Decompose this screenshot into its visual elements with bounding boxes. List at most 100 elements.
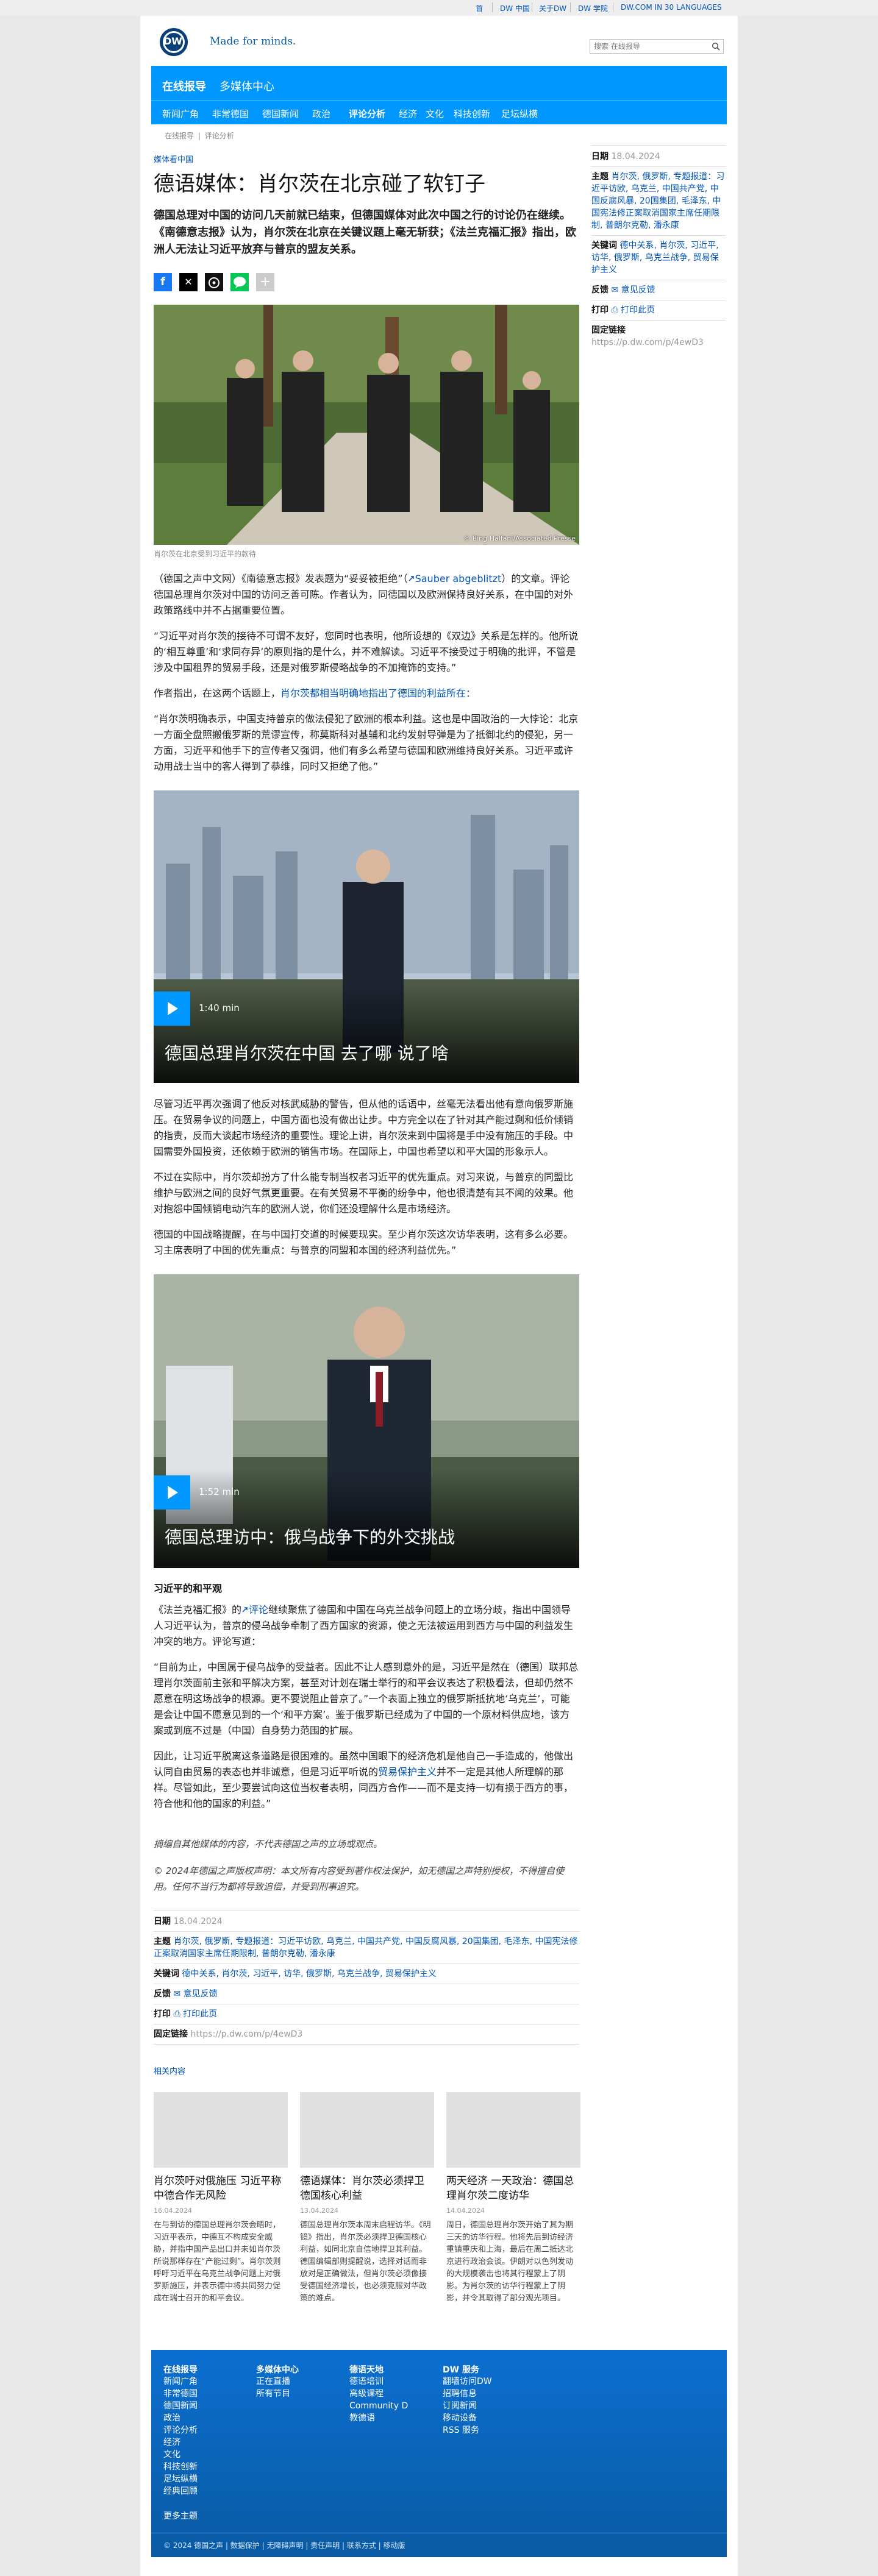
nav-item-culture[interactable]: 文化 — [426, 107, 444, 120]
video-player[interactable]: 1:52 min 德国总理访中：俄乌战争下的外交挑战 — [154, 1274, 579, 1568]
breadcrumb-item[interactable]: 评论分析 — [205, 132, 234, 140]
related-excerpt: 德国总理肖尔茨本周末启程访华。《明镜》指出，肖尔茨必须捍卫德国核心利益，如同北京… — [300, 2221, 431, 2303]
source-link-sz[interactable]: Sauber abgeblitzt — [415, 573, 502, 584]
related-title[interactable]: 两天经济 一天政治：德国总理肖尔茨二度访华 — [446, 2174, 580, 2203]
related-excerpt: 周日，德国总理肖尔茨开始了其为期三天的访华行程。他将先后到访经济重镇重庆和上海，… — [446, 2221, 574, 2303]
paragraph: 作者指出，在这两个话题上，肖尔茨都相当明确地指出了德国的利益所在： — [154, 686, 579, 701]
paragraph-text: 《法兰克福汇报》的 — [154, 1604, 242, 1616]
breadcrumb: 在线报导 | 评论分析 — [165, 132, 234, 140]
video-title[interactable]: 德国总理访中：俄乌战争下的外交挑战 — [165, 1524, 455, 1549]
play-button[interactable] — [154, 992, 190, 1026]
paragraph: “习近平对肖尔茨的接待不可谓不友好，您同时也表明，他所设想的《双边》关系是怎样的… — [154, 630, 579, 673]
related-title[interactable]: 肖尔茨吁对俄施压 习近平称中德合作无风险 — [154, 2174, 288, 2203]
print-link[interactable]: 打印此页 — [183, 2009, 217, 2019]
x-twitter-icon[interactable]: ✕ — [179, 273, 198, 291]
footer-link[interactable]: 科技创新 — [163, 2461, 249, 2473]
nav-item-politics[interactable]: 政治 — [312, 107, 330, 120]
footer-link[interactable]: Community D — [349, 2400, 435, 2412]
related-card[interactable]: 肖尔茨吁对俄施压 习近平称中德合作无风险 16.04.2024 在与到访的德国总… — [154, 2092, 288, 2305]
keyword-links[interactable]: 德中关系, 肖尔茨, 习近平, 访华, 俄罗斯, 乌克兰战争, 贸易保护主义 — [182, 1969, 436, 1979]
footer-link[interactable]: 德国新闻 — [163, 2400, 249, 2412]
related-thumbnail — [154, 2092, 288, 2168]
inline-link[interactable]: 肖尔茨都相当明确地指出了德国的利益所在： — [280, 687, 476, 699]
nav-item-football[interactable]: 足坛纵横 — [501, 107, 538, 120]
weibo-icon[interactable] — [205, 273, 223, 291]
footer-legal[interactable]: © 2024 德国之声 | 数据保护 | 无障碍声明 | 责任声明 | 联系方式… — [163, 2540, 405, 2550]
topbar-link-about[interactable]: 关于DW — [539, 3, 566, 13]
related-title[interactable]: 德语媒体：肖尔茨必须捍卫德国核心利益 — [300, 2174, 434, 2203]
inline-link[interactable]: 贸易保护主义 — [378, 1766, 437, 1778]
media-center-link[interactable]: 多媒体中心 — [220, 78, 274, 94]
share-more-icon[interactable]: + — [256, 273, 274, 291]
feedback-link[interactable]: 意见反馈 — [184, 1989, 218, 1999]
play-button[interactable] — [154, 1475, 190, 1510]
video-duration: 1:40 min — [199, 1002, 240, 1013]
dw-logo[interactable]: DW — [159, 27, 207, 57]
search-input[interactable] — [590, 40, 713, 52]
topbar-link-home[interactable]: 首 — [476, 3, 483, 13]
meta-feedback: 反馈 ✉ 意见反馈 — [154, 1989, 218, 1999]
footer-link[interactable]: 足坛纵横 — [163, 2473, 249, 2485]
topbar-link-dw-china[interactable]: DW 中国 — [500, 3, 530, 13]
nav-item-germany[interactable]: 非常德国 — [212, 107, 249, 120]
nav-item-science[interactable]: 科技创新 — [454, 107, 490, 120]
footer-link[interactable]: 招聘信息 — [443, 2388, 540, 2400]
footer-link[interactable]: 新闻广角 — [163, 2376, 249, 2388]
photo-credit: © Bing Halfani/Associated Presse — [463, 534, 576, 542]
nav-item-news[interactable]: 新闻广角 — [162, 107, 199, 120]
video-player[interactable]: 1:40 min 德国总理肖尔茨在中国 去了哪 说了啥 — [154, 790, 579, 1083]
footer-link[interactable]: 订阅新闻 — [443, 2400, 540, 2412]
topic-links[interactable]: 肖尔茨, 俄罗斯, 专题报道：习近平访欧, 乌克兰, 中国共产党, 中国反腐风暴… — [591, 172, 724, 230]
footer-link[interactable]: 德语培训 — [349, 2376, 435, 2388]
nav-item-commentary[interactable]: 评论分析 — [349, 107, 385, 120]
video-duration: 1:52 min — [199, 1486, 240, 1497]
footer-link[interactable]: 政治 — [163, 2412, 249, 2424]
related-heading: 相关内容 — [154, 2067, 186, 2076]
permalink[interactable]: https://p.dw.com/p/4ewD3 — [190, 2029, 302, 2039]
footer-link[interactable]: 非常德国 — [163, 2388, 249, 2400]
footer-link[interactable]: 移动设备 — [443, 2412, 540, 2424]
paragraph-text: （德国之声中文网）《南德意志报》发表题为“妥妥被拒绝”（ — [154, 573, 408, 584]
meta-feedback: 反馈 ✉ 意见反馈 — [591, 285, 655, 295]
line-icon[interactable] — [230, 273, 249, 291]
footer-link[interactable]: 高级课程 — [349, 2388, 435, 2400]
main-photo: © Bing Halfani/Associated Presse — [154, 305, 579, 545]
article-kicker[interactable]: 媒体看中国 — [154, 153, 579, 165]
search-box[interactable] — [590, 39, 724, 54]
breadcrumb-item[interactable]: 在线报导 — [165, 132, 194, 140]
section-title[interactable]: 在线报导 — [162, 78, 206, 94]
paragraph: 不过在实际中，肖尔茨却扮方了什么能专制当权者习近平的优先重点。对习来说，与普京的… — [154, 1171, 574, 1215]
footer-link[interactable]: 经济 — [163, 2436, 249, 2449]
related-card[interactable]: 德语媒体：肖尔茨必须捍卫德国核心利益 13.04.2024 德国总理肖尔茨本周末… — [300, 2092, 434, 2305]
topbar-link-academy[interactable]: DW 学院 — [578, 3, 608, 13]
paragraph: 尽管习近平再次强调了他反对核武威胁的警告，但从他的话语中，丝毫无法看出他有意向俄… — [154, 1098, 574, 1157]
footer-link[interactable]: 评论分析 — [163, 2424, 249, 2436]
top-utility-bar: 首 DW 中国 关于DW DW 学院 DW.COM IN 30 LANGUAGE… — [0, 0, 878, 16]
footer-column: 多媒体中心 正在直播 所有节目 — [256, 2363, 341, 2400]
footer-more-topics[interactable]: 更多主题 — [163, 2510, 198, 2522]
footer-link[interactable]: RSS 服务 — [443, 2424, 540, 2436]
video-title[interactable]: 德国总理肖尔茨在中国 去了哪 说了啥 — [165, 1040, 449, 1065]
meta-permalink: 固定链接 https://p.dw.com/p/4ewD3 — [591, 325, 704, 347]
topbar-link-languages[interactable]: DW.COM IN 30 LANGUAGES — [621, 3, 722, 12]
footer-link[interactable]: 正在直播 — [256, 2376, 341, 2388]
source-link-faz[interactable]: 评论 — [249, 1604, 268, 1616]
footer-link[interactable]: 所有节目 — [256, 2388, 341, 2400]
feedback-link[interactable]: 意见反馈 — [621, 285, 655, 295]
topic-links[interactable]: 肖尔茨, 俄罗斯, 专题报道：习近平访欧, 乌克兰, 中国共产党, 中国反腐风暴… — [154, 1937, 577, 1959]
footer-link[interactable]: 翻墙访问DW — [443, 2376, 540, 2388]
related-excerpt: 在与到访的德国总理肖尔茨会晤时，习近平表示，中德互不构成安全威胁，并指中国产品出… — [154, 2221, 281, 2303]
search-icon[interactable] — [712, 42, 720, 51]
print-link[interactable]: 打印此页 — [621, 305, 655, 315]
footer-link[interactable]: 经典回顾 — [163, 2485, 249, 2497]
sidebar-meta: 日期 18.04.2024 主题 肖尔茨, 俄罗斯, 专题报道：习近平访欧, 乌… — [591, 145, 726, 349]
facebook-icon[interactable]: f — [154, 273, 172, 291]
footer-link[interactable]: 教德语 — [349, 2412, 435, 2424]
nav-item-economy[interactable]: 经济 — [399, 107, 417, 120]
related-card[interactable]: 两天经济 一天政治：德国总理肖尔茨二度访华 14.04.2024 周日，德国总理… — [446, 2092, 580, 2305]
nav-item-german-news[interactable]: 德国新闻 — [262, 107, 299, 120]
footer-link[interactable]: 文化 — [163, 2449, 249, 2461]
footer-column: 在线报导 新闻广角 非常德国 德国新闻 政治 评论分析 经济 文化 科技创新 足… — [163, 2363, 249, 2497]
permalink[interactable]: https://p.dw.com/p/4ewD3 — [591, 338, 704, 347]
footer-column: 德语天地 德语培训 高级课程 Community D 教德语 — [349, 2363, 435, 2424]
